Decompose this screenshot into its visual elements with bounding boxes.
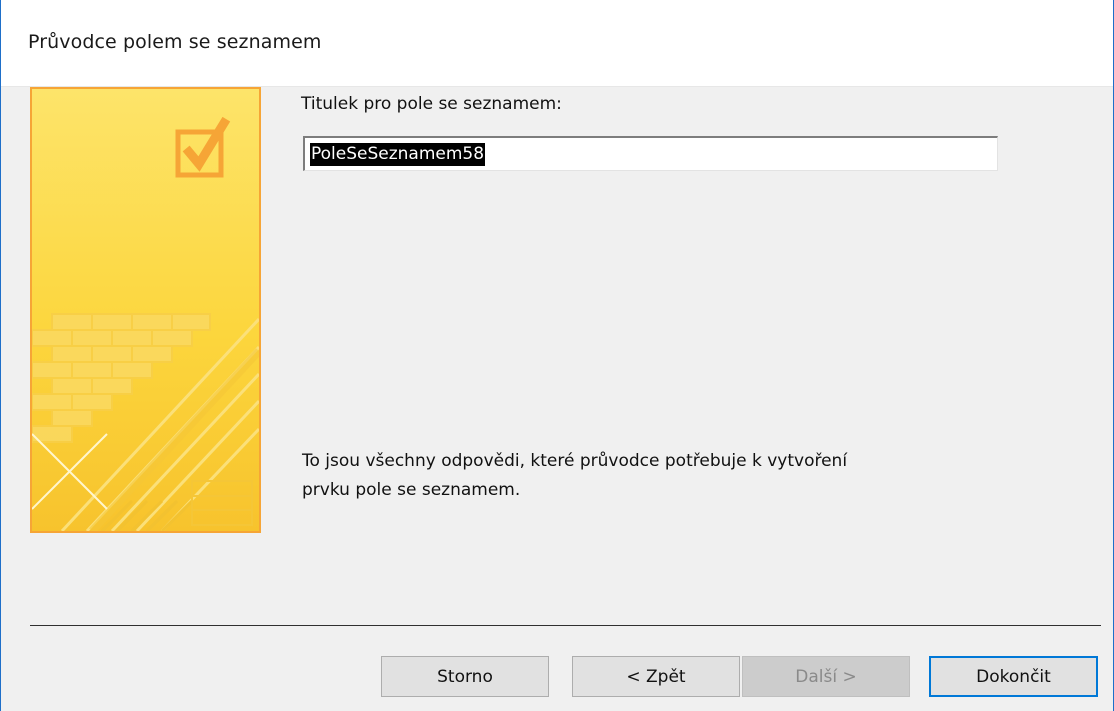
caption-input-value[interactable]: PoleSeSeznamem58 <box>310 143 486 166</box>
wizard-illustration <box>30 87 261 533</box>
caption-label: Titulek pro pole se seznamem: <box>301 94 562 114</box>
window-title: Průvodce polem se seznamem <box>28 31 322 53</box>
completion-message-line1: To jsou všechny odpovědi, které průvodce… <box>302 451 848 471</box>
next-button[interactable]: Další > <box>742 656 910 697</box>
caption-input[interactable]: PoleSeSeznamem58 <box>303 136 998 171</box>
completion-message-line2: prvku pole se seznamem. <box>302 480 521 500</box>
illustration-graphic <box>32 89 259 531</box>
wizard-window: Průvodce polem se seznamem Titulek pro p… <box>0 0 1114 711</box>
back-button[interactable]: < Zpět <box>572 656 740 697</box>
separator-line <box>30 625 1101 626</box>
completion-message: To jsou všechny odpovědi, které průvodce… <box>302 447 1022 505</box>
finish-button[interactable]: Dokončit <box>929 656 1098 697</box>
title-bar[interactable]: Průvodce polem se seznamem <box>1 0 1113 87</box>
cancel-button[interactable]: Storno <box>381 656 549 697</box>
